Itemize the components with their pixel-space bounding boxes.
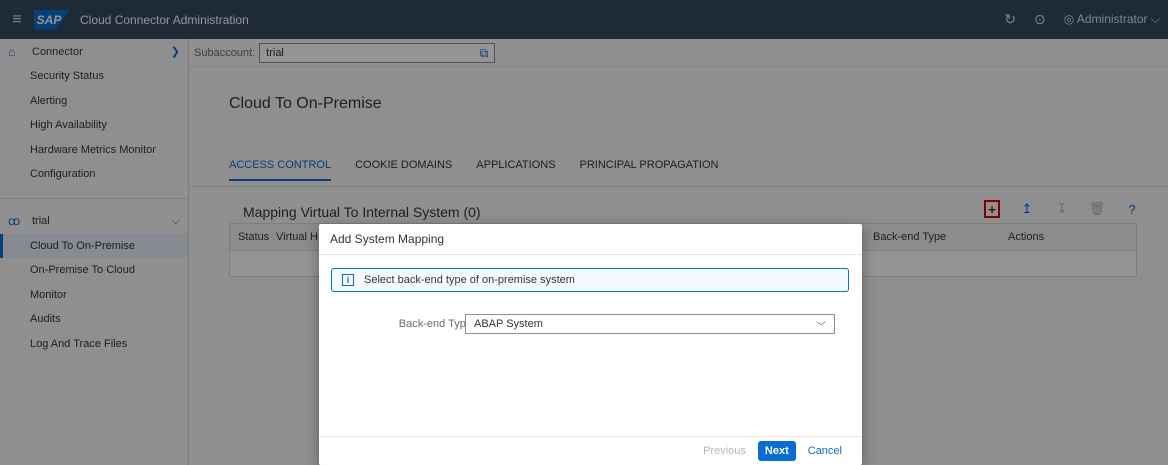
- backend-type-label: Back-end Type:: [398, 318, 475, 330]
- info-message-strip: i Select back-end type of on-premise sys…: [331, 268, 849, 292]
- previous-button[interactable]: Previous: [703, 445, 746, 457]
- backend-type-value: ABAP System: [474, 318, 543, 330]
- backend-type-row: Back-end Type: ABAP System ﹀: [319, 314, 862, 334]
- backend-type-select[interactable]: ABAP System ﹀: [465, 314, 835, 334]
- add-system-mapping-dialog: Add System Mapping i Select back-end typ…: [319, 224, 862, 465]
- dialog-footer: Previous Next Cancel: [319, 436, 862, 465]
- info-icon: i: [342, 274, 354, 286]
- next-button[interactable]: Next: [757, 441, 796, 461]
- dialog-title: Add System Mapping: [319, 224, 862, 255]
- app-shell: ≡ SAP Cloud Connector Administration ↻ ⊙…: [0, 0, 1168, 465]
- info-message-text: Select back-end type of on-premise syste…: [364, 274, 575, 286]
- cancel-button[interactable]: Cancel: [808, 445, 842, 457]
- chevron-down-icon[interactable]: ﹀: [816, 318, 826, 333]
